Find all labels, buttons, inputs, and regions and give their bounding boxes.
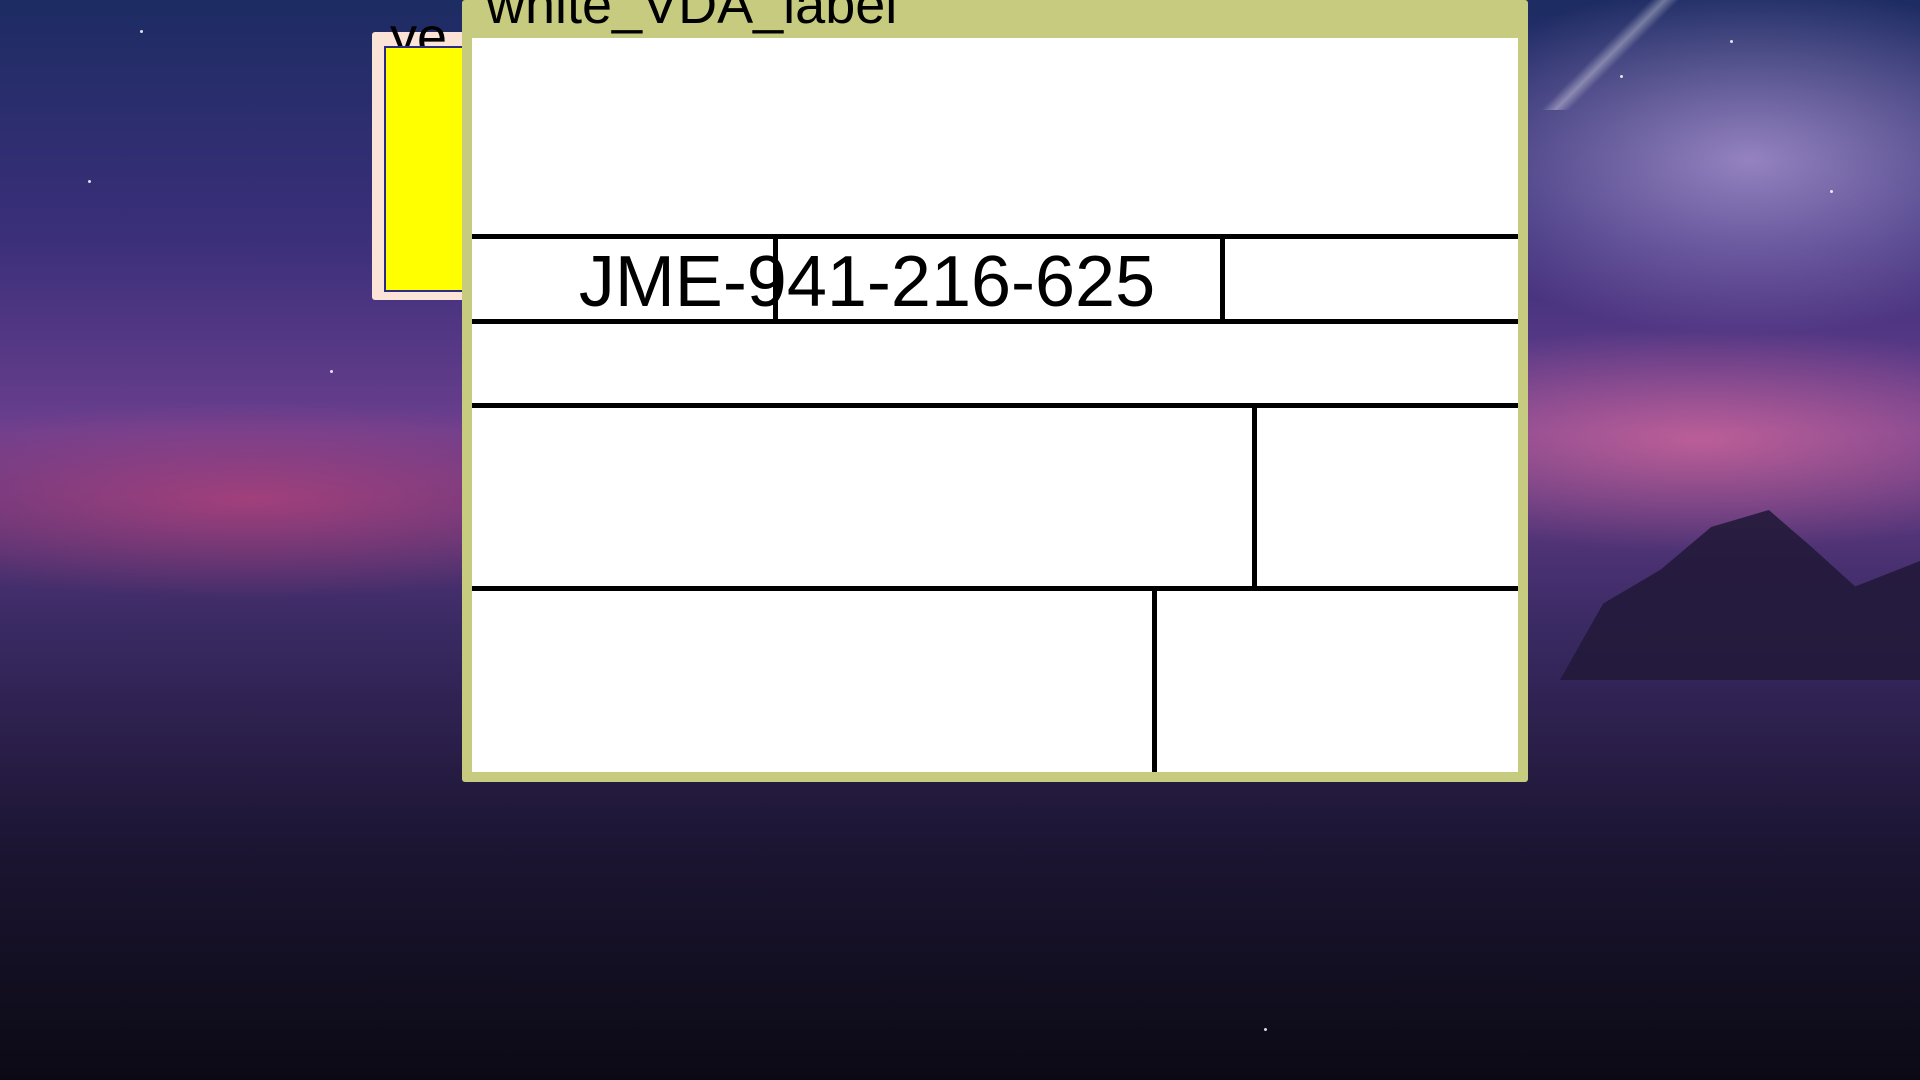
label-window-titlebar[interactable]: white_VDA_label [462,0,1528,34]
field-row4-left[interactable] [472,410,1252,586]
divider-line [472,234,1518,239]
label-window[interactable]: white_VDA_label JME-941-216-625 [462,0,1528,782]
mountain [1560,510,1920,680]
star [140,30,143,33]
divider-line [1152,586,1157,772]
field-row5-right[interactable] [1157,591,1518,772]
field-header[interactable] [472,38,1518,234]
divider-line [1252,403,1257,591]
star [1620,75,1623,78]
star [1730,40,1733,43]
star [1264,1028,1267,1031]
divider-line [472,403,1518,408]
field-row4-right[interactable] [1257,410,1518,586]
field-row5-left[interactable] [472,591,1152,772]
star [1830,190,1833,193]
star [330,370,333,373]
divider-line [472,586,1518,591]
label-id-text: JME-941-216-625 [578,242,1156,322]
label-canvas[interactable]: JME-941-216-625 [472,38,1518,772]
contrail [1520,0,1700,110]
label-window-title: white_VDA_label [486,0,898,34]
star [88,180,91,183]
field-row2-right[interactable] [1225,239,1518,319]
